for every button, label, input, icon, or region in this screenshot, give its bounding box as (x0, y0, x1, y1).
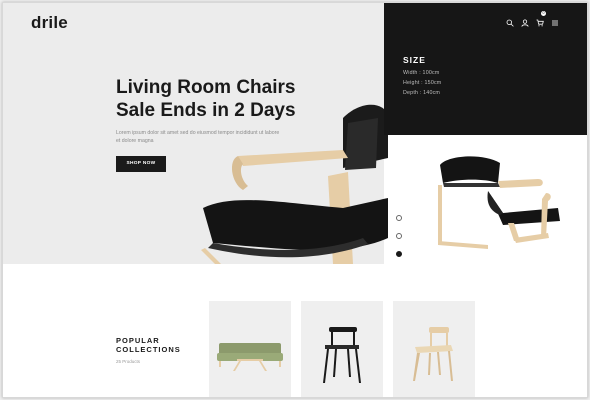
cart-icon[interactable]: 0 (536, 11, 546, 27)
sofa-image (217, 343, 283, 371)
dining-chair-image (323, 327, 361, 383)
slider-dot-1[interactable] (396, 215, 402, 221)
spec-title: SIZE (403, 55, 426, 65)
spec-height: Height : 150cm (403, 80, 442, 86)
spec-width: Width : 100cm (403, 70, 440, 76)
slider-dot-3[interactable] (396, 251, 402, 257)
collection-card-sofa[interactable] (209, 301, 291, 397)
collections-title: POPULAR COLLECTIONS (116, 336, 196, 354)
search-icon[interactable] (506, 14, 514, 27)
header-icons: 0 (506, 11, 559, 27)
product-chair-image (438, 156, 560, 249)
menu-icon[interactable] (551, 14, 559, 26)
page-frame: drile Living Room Chairs Sale Ends in 2 … (2, 2, 588, 398)
collections-title-line1: POPULAR (116, 336, 160, 345)
wooden-chair-image (413, 327, 453, 381)
hero-headline-line1: Living Room Chairs (116, 77, 296, 98)
collection-card-dining-chair[interactable] (301, 301, 383, 397)
collection-card-wooden-chair[interactable] (393, 301, 475, 397)
user-icon[interactable] (521, 14, 529, 27)
slider-dot-2[interactable] (396, 233, 402, 239)
spec-depth: Depth : 140cm (403, 90, 441, 96)
shop-now-button[interactable]: SHOP NOW (116, 156, 166, 172)
hero-chair-image (201, 104, 388, 264)
site-logo[interactable]: drile (31, 13, 68, 33)
collections-count: 25 Products (116, 359, 141, 364)
collections-title-line2: COLLECTIONS (116, 345, 181, 354)
cart-count-badge: 0 (541, 11, 546, 16)
